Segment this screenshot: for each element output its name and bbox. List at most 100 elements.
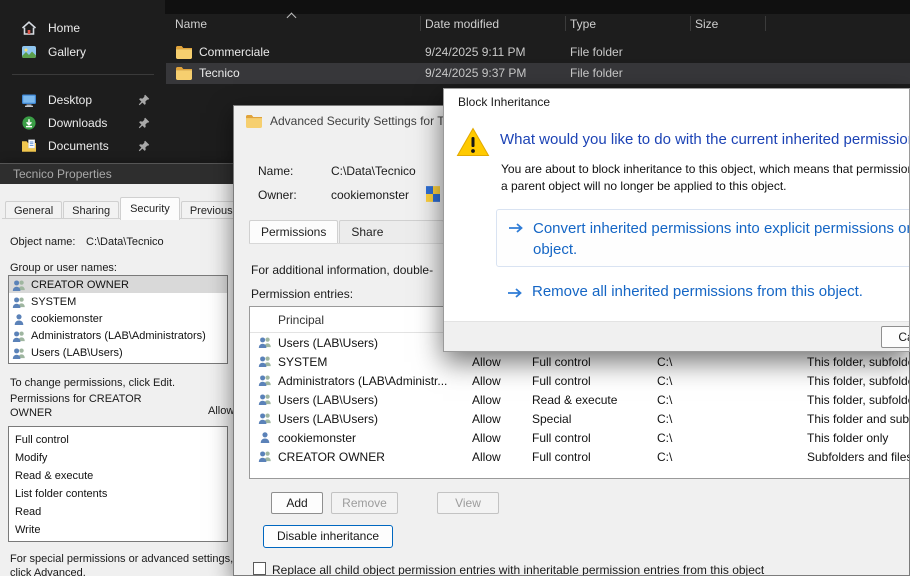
file-row-commerciale[interactable]: Commerciale 9/24/2025 9:11 PM File folde… — [166, 42, 910, 63]
entry-applies-to: This folder and subf — [807, 412, 910, 426]
group-icon — [258, 336, 272, 348]
info-text: For additional information, double- — [251, 263, 433, 277]
column-header-date-modified[interactable]: Date modified — [425, 17, 499, 31]
entry-applies-to: This folder, subfolde — [807, 355, 910, 369]
tab-share[interactable]: Share — [339, 220, 444, 243]
entry-principal: Users (LAB\Users) — [278, 393, 378, 407]
permission-entry-row[interactable]: Users (LAB\Users) Allow Read & execute C… — [250, 390, 910, 409]
sidebar-item-label: Gallery — [48, 45, 86, 59]
column-header-name[interactable]: Name — [175, 17, 207, 31]
group-item-users[interactable]: Users (LAB\Users) — [9, 344, 227, 361]
entry-principal: Users (LAB\Users) — [278, 412, 378, 426]
documents-icon — [21, 138, 37, 154]
file-row-tecnico[interactable]: Tecnico 9/24/2025 9:37 PM File folder — [166, 63, 910, 84]
group-item-label: CREATOR OWNER — [31, 279, 129, 291]
permission-entry-row[interactable]: cookiemonster Allow Full control C:\ Thi… — [250, 428, 910, 447]
remove-permissions-command-link[interactable]: Remove all inherited permissions from th… — [496, 281, 910, 307]
object-name-value: C:\Data\Tecnico — [86, 236, 164, 248]
user-icon — [258, 431, 272, 443]
permissions-for-label: Permissions for CREATOR OWNER — [10, 393, 168, 421]
column-divider[interactable] — [565, 16, 566, 31]
entry-access: Full control — [532, 374, 591, 388]
permission-entry-row[interactable]: Administrators (LAB\Administr... Allow F… — [250, 371, 910, 390]
home-icon — [21, 20, 37, 36]
column-divider[interactable] — [420, 16, 421, 31]
group-item-label: Users (LAB\Users) — [31, 347, 123, 359]
sidebar-item-home[interactable]: Home — [8, 16, 158, 39]
group-item-label: Administrators (LAB\Administrators) — [31, 330, 206, 342]
permission-entry-row[interactable]: CREATOR OWNER Allow Full control C:\ Sub… — [250, 447, 910, 466]
pin-icon — [138, 117, 150, 129]
entry-principal: Users (LAB\Users) — [278, 336, 378, 350]
permission-item: List folder contents — [9, 485, 227, 503]
convert-permissions-command-link[interactable]: Convert inherited permissions into expli… — [496, 209, 910, 267]
permission-item: Read & execute — [9, 467, 227, 485]
group-icon — [12, 347, 26, 359]
warning-icon — [456, 127, 490, 157]
sidebar-item-label: Downloads — [48, 116, 107, 130]
permission-entry-row[interactable]: Users (LAB\Users) Allow Special C:\ This… — [250, 409, 910, 428]
tab-permissions[interactable]: Permissions — [249, 220, 338, 243]
column-header-size[interactable]: Size — [695, 17, 718, 31]
group-icon — [12, 330, 26, 342]
properties-dialog-titlebar[interactable]: Tecnico Properties — [0, 164, 236, 184]
group-item-system[interactable]: SYSTEM — [9, 293, 227, 310]
permission-entry-row[interactable]: SYSTEM Allow Full control C:\ This folde… — [250, 352, 910, 371]
sidebar-item-gallery[interactable]: Gallery — [8, 40, 158, 63]
group-user-list: CREATOR OWNER SYSTEM cookiemonster Admin… — [8, 275, 228, 364]
disable-inheritance-button[interactable]: Disable inheritance — [263, 525, 393, 548]
column-header-type[interactable]: Type — [570, 17, 596, 31]
desktop-icon — [21, 92, 37, 108]
arrow-right-icon — [508, 222, 524, 234]
entry-applies-to: This folder, subfolde — [807, 393, 910, 407]
file-name: Commerciale — [199, 45, 270, 59]
folder-icon — [176, 67, 192, 80]
replace-permissions-checkbox[interactable] — [253, 562, 266, 575]
entry-applies-to: This folder, subfolde — [807, 374, 910, 388]
group-item-cookiemonster[interactable]: cookiemonster — [9, 310, 227, 327]
security-tab-page: Object name: C:\Data\Tecnico Group or us… — [2, 218, 236, 576]
advanced-hint: For special permissions or advanced sett… — [10, 552, 236, 576]
group-item-creator-owner[interactable]: CREATOR OWNER — [9, 276, 227, 293]
entry-inherited-from: C:\ — [657, 393, 672, 407]
file-date-modified: 9/24/2025 9:37 PM — [425, 66, 526, 80]
block-dialog-titlebar[interactable]: Block Inheritance — [444, 89, 909, 115]
entry-principal: CREATOR OWNER — [278, 450, 385, 464]
name-label: Name: — [258, 164, 293, 178]
group-icon — [12, 279, 26, 291]
column-divider[interactable] — [765, 16, 766, 31]
explorer-top-strip — [165, 0, 910, 14]
uac-shield-icon — [426, 186, 440, 202]
sidebar-item-documents[interactable]: Documents — [8, 134, 158, 157]
entry-principal: Administrators (LAB\Administr... — [278, 374, 447, 388]
owner-value: cookiemonster — [331, 188, 409, 202]
replace-permissions-label: Replace all child object permission entr… — [272, 563, 764, 576]
block-inheritance-dialog: Block Inheritance What would you like to… — [443, 88, 910, 352]
column-divider[interactable] — [690, 16, 691, 31]
entry-applies-to: This folder only — [807, 431, 888, 445]
entry-inherited-from: C:\ — [657, 431, 672, 445]
remove-button[interactable]: Remove — [331, 492, 398, 514]
permissions-list: Full control Modify Read & execute List … — [8, 426, 228, 542]
command-link-label: Convert inherited permissions into expli… — [533, 218, 910, 260]
group-icon — [258, 355, 272, 367]
column-header-principal[interactable]: Principal — [278, 313, 324, 327]
group-item-label: cookiemonster — [31, 313, 103, 325]
downloads-icon — [21, 115, 37, 131]
tab-security[interactable]: Security — [120, 197, 180, 220]
block-dialog-body: You are about to block inheritance to th… — [501, 161, 910, 196]
group-item-administrators[interactable]: Administrators (LAB\Administrators) — [9, 327, 227, 344]
owner-label: Owner: — [258, 188, 297, 202]
file-date-modified: 9/24/2025 9:11 PM — [425, 45, 526, 59]
sidebar-item-downloads[interactable]: Downloads — [8, 111, 158, 134]
sidebar-item-desktop[interactable]: Desktop — [8, 88, 158, 111]
view-button[interactable]: View — [437, 492, 499, 514]
file-type: File folder — [570, 45, 623, 59]
entries-label: Permission entries: — [251, 287, 353, 301]
permission-item: Full control — [9, 431, 227, 449]
cancel-button[interactable]: Cancel — [881, 326, 910, 348]
user-icon — [12, 313, 26, 325]
entry-type: Allow — [472, 393, 501, 407]
add-button[interactable]: Add — [271, 492, 323, 514]
group-icon — [258, 374, 272, 386]
